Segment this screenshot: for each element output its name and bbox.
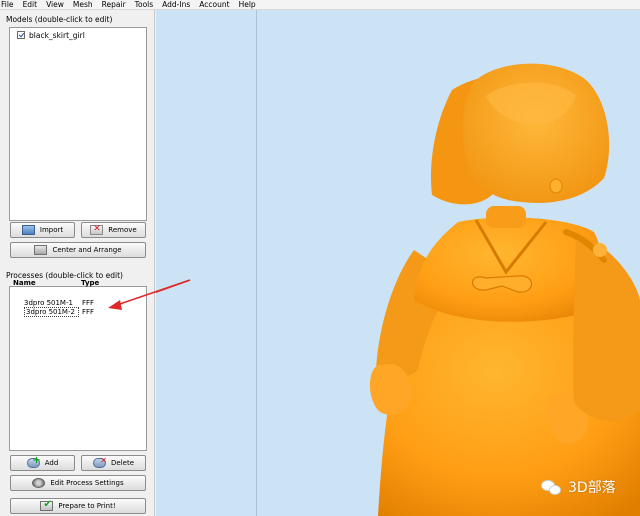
delete-process-button[interactable]: Delete bbox=[81, 455, 146, 471]
remove-button[interactable]: Remove bbox=[81, 222, 146, 238]
delete-process-icon bbox=[93, 456, 107, 468]
process-type: FFF bbox=[82, 307, 95, 316]
menu-repair[interactable]: Repair bbox=[102, 0, 126, 10]
menu-account[interactable]: Account bbox=[199, 0, 229, 10]
edit-process-settings-label: Edit Process Settings bbox=[50, 479, 124, 487]
watermark-text: 3D部落 bbox=[568, 480, 616, 496]
add-process-label: Add bbox=[44, 459, 59, 467]
process-type-header[interactable]: Type bbox=[81, 279, 99, 287]
add-process-button[interactable]: Add bbox=[10, 455, 75, 471]
prepare-print-icon bbox=[40, 499, 54, 511]
menu-file[interactable]: File bbox=[1, 0, 14, 10]
prepare-to-print-button[interactable]: Prepare to Print! bbox=[10, 498, 146, 514]
process-name: 3dpro 501M-2 bbox=[24, 306, 79, 317]
3d-viewport[interactable] bbox=[156, 10, 640, 516]
model-item[interactable]: black_skirt_girl bbox=[17, 30, 85, 40]
settings-icon bbox=[32, 478, 46, 488]
menu-bar: File Edit View Mesh Repair Tools Add-Ins… bbox=[0, 0, 640, 10]
edit-process-settings-button[interactable]: Edit Process Settings bbox=[10, 475, 146, 491]
delete-process-label: Delete bbox=[111, 459, 134, 467]
model-visibility-checkbox[interactable] bbox=[17, 31, 25, 39]
import-button[interactable]: Import bbox=[10, 222, 75, 238]
menu-view[interactable]: View bbox=[46, 0, 64, 10]
remove-button-label: Remove bbox=[108, 226, 137, 234]
remove-icon bbox=[90, 224, 104, 235]
menu-add-ins[interactable]: Add-Ins bbox=[162, 0, 190, 10]
import-button-label: Import bbox=[39, 226, 64, 234]
models-list[interactable] bbox=[9, 27, 147, 221]
model-item-label: black_skirt_girl bbox=[29, 30, 85, 40]
add-process-icon bbox=[26, 455, 41, 468]
menu-mesh[interactable]: Mesh bbox=[73, 0, 93, 10]
center-arrange-button[interactable]: Center and Arrange bbox=[10, 242, 146, 258]
annotation-arrow-head bbox=[108, 280, 191, 310]
prepare-to-print-label: Prepare to Print! bbox=[58, 502, 116, 510]
wechat-icon bbox=[541, 478, 563, 496]
process-type: FFF bbox=[82, 298, 95, 307]
menu-edit[interactable]: Edit bbox=[23, 0, 38, 10]
process-name-header[interactable]: Name bbox=[13, 279, 36, 287]
menu-tools[interactable]: Tools bbox=[135, 0, 153, 10]
center-arrange-label: Center and Arrange bbox=[52, 246, 122, 254]
center-arrange-icon bbox=[34, 245, 48, 255]
menu-help[interactable]: Help bbox=[239, 0, 256, 10]
annotation-arrow bbox=[156, 279, 191, 294]
models-section-title: Models (double-click to edit) bbox=[6, 15, 113, 24]
left-panel: Models (double-click to edit) black_skir… bbox=[0, 10, 155, 516]
import-icon bbox=[21, 225, 35, 235]
watermark: 3D部落 bbox=[541, 477, 616, 497]
process-row[interactable]: 3dpro 501M-2 FFF bbox=[24, 306, 95, 317]
process-name: 3dpro 501M-1 bbox=[24, 298, 73, 307]
